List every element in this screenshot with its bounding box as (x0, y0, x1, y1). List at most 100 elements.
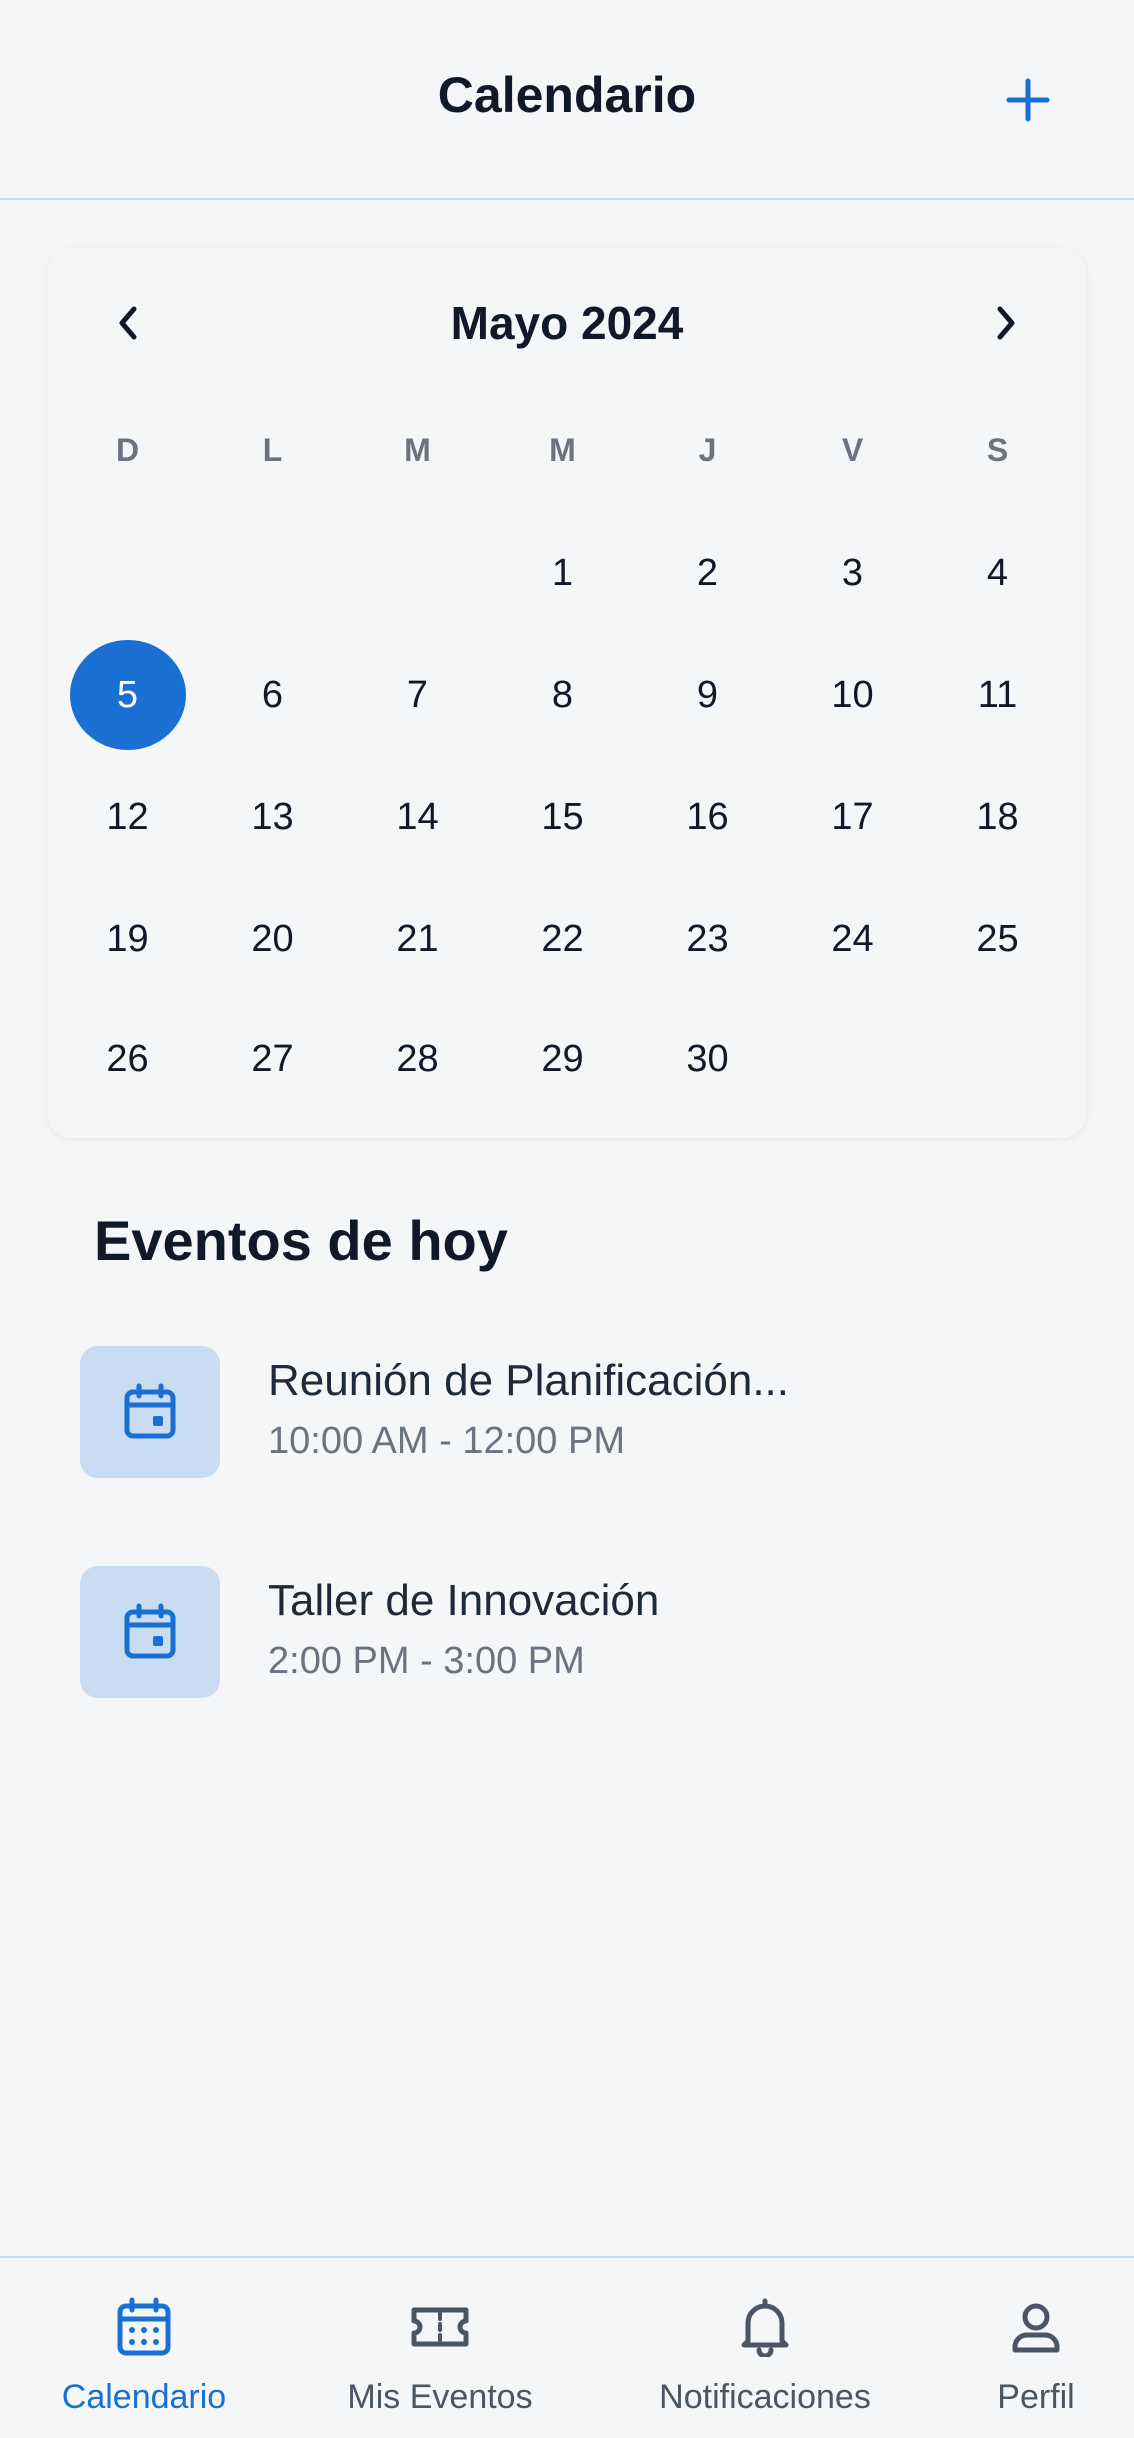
calendar-day[interactable]: 15 (490, 762, 635, 872)
calendar-day[interactable]: 17 (780, 762, 925, 872)
weekday-label: L (262, 432, 283, 468)
calendar-day[interactable]: 6 (200, 640, 345, 750)
calendar-day[interactable]: 25 (925, 884, 1070, 994)
calendar-day-number: 12 (106, 795, 149, 838)
calendar-day-selected[interactable]: 5 (55, 640, 200, 750)
user-icon (1012, 2303, 1060, 2353)
bottom-tab-bar: Calendario Mis Eventos Notificaciones Pe… (0, 2256, 1134, 2438)
calendar-day-number: 27 (251, 1037, 294, 1080)
calendar-day[interactable]: 7 (345, 640, 490, 750)
calendar-day-number: 3 (841, 551, 864, 594)
calendar-empty-cell (780, 1004, 925, 1114)
calendar-day-number: 7 (406, 673, 429, 716)
chevron-right-icon (997, 306, 1015, 340)
calendar-day[interactable]: 1 (490, 518, 635, 628)
calendar-day[interactable]: 11 (925, 640, 1070, 750)
weekday-label: D (115, 432, 140, 468)
calendar-day[interactable]: 12 (55, 762, 200, 872)
plus-icon (1006, 78, 1050, 122)
tab-notificaciones[interactable]: Notificaciones (640, 2258, 890, 2438)
event-title: Taller de Innovación (268, 1576, 660, 1625)
calendar-empty-cell (925, 1004, 1070, 1114)
tab-label: Perfil (997, 2378, 1075, 2416)
calendar-day[interactable]: 3 (780, 518, 925, 628)
calendar-day[interactable]: 14 (345, 762, 490, 872)
event-item[interactable]: Taller de Innovación 2:00 PM - 3:00 PM (80, 1566, 1060, 1706)
calendar-week-row: 26 27 28 29 30 (55, 1004, 1070, 1114)
add-event-button[interactable] (990, 62, 1066, 138)
calendar-day-number: 20 (251, 917, 294, 960)
calendar-day-number: 19 (106, 917, 149, 960)
calendar-day-number: 8 (551, 673, 574, 716)
calendar-week-row: 1 2 3 4 (55, 518, 1070, 628)
calendar-day-number: 16 (686, 795, 729, 838)
calendar-icon (117, 2297, 171, 2356)
calendar-empty-cell (55, 518, 200, 628)
calendar-day-number: 13 (251, 795, 294, 838)
calendar-day[interactable]: 19 (55, 884, 200, 994)
calendar-day[interactable]: 27 (200, 1004, 345, 1114)
calendar-day-number: 18 (976, 795, 1019, 838)
calendar-event-icon (124, 1383, 176, 1439)
calendar-week-row: 19 20 21 22 23 24 25 (55, 884, 1070, 994)
calendar-day[interactable]: 4 (925, 518, 1070, 628)
calendar-day[interactable]: 9 (635, 640, 780, 750)
bell-icon (741, 2298, 789, 2357)
weekday-label: V (841, 432, 864, 468)
calendar-day-number: 6 (261, 673, 284, 716)
calendar-day[interactable]: 26 (55, 1004, 200, 1114)
calendar-day[interactable]: 16 (635, 762, 780, 872)
weekday-label: M (404, 432, 431, 468)
tab-label: Mis Eventos (347, 2378, 533, 2416)
calendar-day[interactable]: 13 (200, 762, 345, 872)
tab-perfil[interactable]: Perfil (976, 2258, 1096, 2438)
calendar-week-row: 5 6 7 8 9 10 11 (55, 640, 1070, 750)
calendar-week-row: 12 13 14 15 16 17 18 (55, 762, 1070, 872)
next-month-button[interactable] (966, 290, 1046, 356)
calendar-day[interactable]: 30 (635, 1004, 780, 1114)
calendar-day-number: 23 (686, 917, 729, 960)
events-section-title: Eventos de hoy (94, 1209, 508, 1272)
calendar-day-number: 15 (541, 795, 584, 838)
calendar-day[interactable]: 28 (345, 1004, 490, 1114)
calendar-empty-cell (200, 518, 345, 628)
event-icon-container (80, 1346, 220, 1478)
calendar-day-number: 24 (831, 917, 874, 960)
weekday-label: J (698, 432, 717, 468)
event-title: Reunión de Planificación... (268, 1356, 789, 1405)
calendar-day-number: 11 (977, 673, 1018, 716)
calendar-day[interactable]: 18 (925, 762, 1070, 872)
calendar-day[interactable]: 23 (635, 884, 780, 994)
calendar-day-number: 29 (541, 1037, 584, 1080)
tab-calendario[interactable]: Calendario (44, 2258, 244, 2438)
calendar-day-number: 14 (396, 795, 439, 838)
weekday-label: S (986, 432, 1009, 468)
calendar-day-number: 26 (106, 1037, 149, 1080)
calendar-day[interactable]: 20 (200, 884, 345, 994)
weekday-label: M (549, 432, 576, 468)
calendar-day-number: 5 (69, 640, 186, 750)
event-icon-container (80, 1566, 220, 1698)
calendar-day[interactable]: 8 (490, 640, 635, 750)
calendar-day[interactable]: 22 (490, 884, 635, 994)
event-time: 2:00 PM - 3:00 PM (268, 1640, 585, 1682)
calendar-day[interactable]: 24 (780, 884, 925, 994)
calendar-event-icon (124, 1603, 176, 1659)
calendar-empty-cell (345, 518, 490, 628)
calendar-day[interactable]: 10 (780, 640, 925, 750)
calendar-day-number: 30 (686, 1037, 729, 1080)
calendar-day-number: 17 (831, 795, 874, 838)
tab-label: Calendario (61, 2378, 227, 2416)
calendar-day[interactable]: 2 (635, 518, 780, 628)
calendar-day[interactable]: 21 (345, 884, 490, 994)
top-app-bar: Calendario (0, 0, 1134, 200)
calendar-day-number: 28 (396, 1037, 439, 1080)
calendar-day-number: 10 (831, 673, 874, 716)
page-title: Calendario (437, 67, 697, 123)
event-item[interactable]: Reunión de Planificación... 10:00 AM - 1… (80, 1346, 1060, 1486)
calendar-day-number: 25 (976, 917, 1019, 960)
calendar-day-number: 1 (551, 551, 574, 594)
weekday-header: D L M M J V S (55, 432, 1070, 469)
calendar-day[interactable]: 29 (490, 1004, 635, 1114)
tab-mis-eventos[interactable]: Mis Eventos (330, 2258, 550, 2438)
